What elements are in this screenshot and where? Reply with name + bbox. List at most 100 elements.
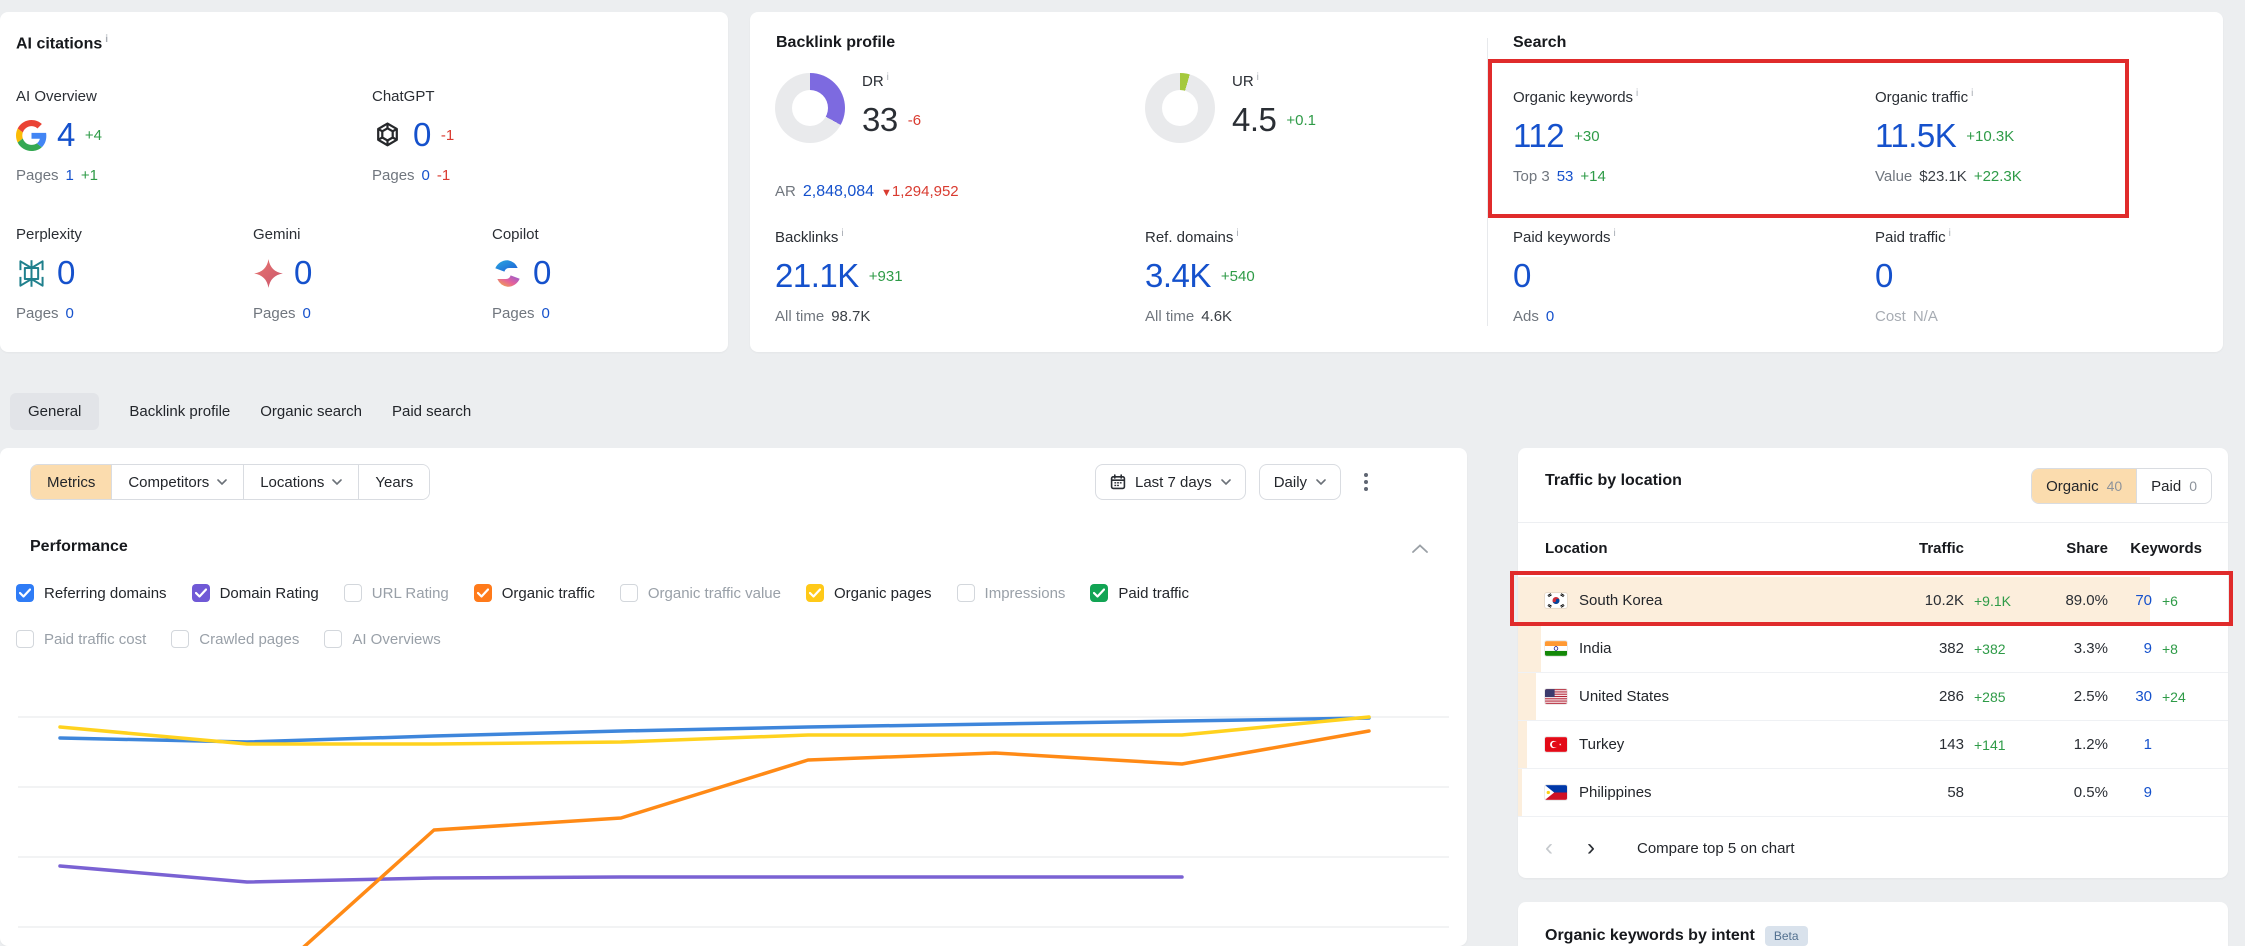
metric-checkbox-paid-traffic-cost[interactable]: Paid traffic cost [16,630,146,648]
ai-overview-delta: +4 [85,127,102,144]
location-table-body: South Korea 10.2K +9.1K 89.0% 70 +6 Indi… [1518,577,2228,817]
location-table-row[interactable]: India 382 +382 3.3% 9 +8 [1518,625,2228,673]
domain-rating-block: DRi 33 -6 [862,72,921,141]
organic-traffic-value[interactable]: 11.5K [1875,117,1956,155]
competitors-dropdown[interactable]: Competitors [111,465,243,499]
checked-checkbox-icon[interactable] [192,584,210,602]
date-range-dropdown[interactable]: Last 7 days [1095,464,1246,500]
years-button[interactable]: Years [358,465,429,499]
organic-keywords-by-intent-panel: Organic keywords by intent Beta [1518,902,2228,946]
paid-traffic-value[interactable]: 0 [1875,257,1893,295]
metric-checkbox-organic-pages[interactable]: Organic pages [806,584,932,602]
info-icon[interactable]: i [1949,228,1951,239]
tab-backlink-profile[interactable]: Backlink profile [129,393,230,430]
openai-icon [372,120,403,151]
location-table-row[interactable]: Philippines 58 0.5% 9 [1518,769,2228,817]
copilot-value[interactable]: 0 [533,254,551,292]
ref-domains-value[interactable]: 3.4K [1145,257,1211,295]
checked-checkbox-icon[interactable] [474,584,492,602]
checked-checkbox-icon[interactable] [16,584,34,602]
checked-checkbox-icon[interactable] [806,584,824,602]
unchecked-checkbox-icon[interactable] [16,630,34,648]
backlinks-value[interactable]: 21.1K [775,257,859,295]
traffic-delta: +285 [1964,689,2028,705]
unchecked-checkbox-icon[interactable] [344,584,362,602]
keywords-value[interactable]: 9 [2108,640,2152,657]
toggle-organic[interactable]: Organic 40 [2032,469,2136,503]
tab-paid-search[interactable]: Paid search [392,393,471,430]
prev-page-icon[interactable]: ‹ [1545,836,1553,860]
traffic-value: 58 [1894,784,1964,801]
metric-checkbox-paid-traffic[interactable]: Paid traffic [1090,584,1189,602]
chevron-down-icon [332,479,342,485]
unchecked-checkbox-icon[interactable] [957,584,975,602]
collapse-section-button[interactable] [1412,544,1428,553]
organic-paid-toggle: Organic 40 Paid 0 [2031,468,2212,504]
next-page-icon[interactable]: › [1587,836,1595,860]
unchecked-checkbox-icon[interactable] [324,630,342,648]
metric-checkbox-organic-traffic-value[interactable]: Organic traffic value [620,584,781,602]
unchecked-checkbox-icon[interactable] [620,584,638,602]
unchecked-checkbox-icon[interactable] [171,630,189,648]
country-name[interactable]: South Korea [1579,592,1662,609]
ahrefs-rank-line: AR 2,848,084 ▼1,294,952 [775,183,959,201]
metric-checkbox-domain-rating[interactable]: Domain Rating [192,584,319,602]
country-name[interactable]: India [1579,640,1612,657]
country-name[interactable]: Turkey [1579,736,1624,753]
info-icon[interactable]: i [1236,228,1238,239]
keywords-value[interactable]: 1 [2108,736,2152,753]
compare-top5-button[interactable]: Compare top 5 on chart [1637,840,1795,857]
toggle-paid[interactable]: Paid 0 [2136,469,2211,503]
url-rating-block: URi 4.5 +0.1 [1232,72,1316,141]
gemini-value[interactable]: 0 [294,254,312,292]
organic-keywords-value[interactable]: 112 [1513,117,1564,155]
ai-block-ai-overview: AI Overview 4 +4 Pages 1 +1 [16,88,102,184]
location-table-row[interactable]: United States 286 +285 2.5% 30 +24 [1518,673,2228,721]
keywords-value[interactable]: 70 [2108,592,2152,609]
location-table-row-highlighted[interactable]: South Korea 10.2K +9.1K 89.0% 70 +6 [1518,577,2228,625]
location-table-row[interactable]: Turkey 143 +141 1.2% 1 [1518,721,2228,769]
metric-checkbox-ai-overviews[interactable]: AI Overviews [324,630,440,648]
info-icon[interactable]: i [887,72,889,83]
chart-line-organic-traffic [247,731,1369,946]
ur-value: 4.5 [1232,101,1276,139]
tab-organic-search[interactable]: Organic search [260,393,362,430]
keywords-value[interactable]: 9 [2108,784,2152,801]
metric-checkbox-organic-traffic[interactable]: Organic traffic [474,584,595,602]
ar-value[interactable]: 2,848,084 [803,183,874,201]
granularity-dropdown[interactable]: Daily [1259,464,1341,500]
metric-checkbox-label: Referring domains [44,585,167,602]
metric-checkbox-row-2: Paid traffic cost Crawled pages AI Overvie… [16,630,441,648]
chatgpt-value[interactable]: 0 [413,116,431,154]
info-icon[interactable]: i [1971,88,1973,99]
checked-checkbox-icon[interactable] [1090,584,1108,602]
metric-checkbox-url-rating[interactable]: URL Rating [344,584,449,602]
perplexity-value[interactable]: 0 [57,254,75,292]
info-icon[interactable]: i [105,34,108,45]
copilot-icon [492,258,523,289]
paid-keywords-value[interactable]: 0 [1513,257,1531,295]
info-icon[interactable]: i [841,228,843,239]
metric-checkbox-crawled-pages[interactable]: Crawled pages [171,630,299,648]
metric-checkbox-label: Organic pages [834,585,932,602]
more-options-kebab-icon[interactable] [1354,467,1378,497]
metric-checkbox-label: Domain Rating [220,585,319,602]
info-icon[interactable]: i [1257,72,1259,83]
performance-line-chart[interactable] [0,666,1467,946]
tab-general[interactable]: General [10,393,99,430]
locations-dropdown[interactable]: Locations [243,465,358,499]
country-flag-icon [1545,785,1567,800]
info-icon[interactable]: i [1614,228,1616,239]
ai-overview-value[interactable]: 4 [57,116,75,154]
country-name[interactable]: United States [1579,688,1669,705]
metric-checkbox-impressions[interactable]: Impressions [957,584,1066,602]
metric-checkbox-row-1: Referring domains Domain Rating URL Rating… [16,584,1189,602]
metric-checkbox-label: Crawled pages [199,631,299,648]
country-name[interactable]: Philippines [1579,784,1652,801]
traffic-value: 382 [1894,640,1964,657]
metrics-button[interactable]: Metrics [31,465,111,499]
keywords-value[interactable]: 30 [2108,688,2152,705]
metric-checkbox-referring-domains[interactable]: Referring domains [16,584,167,602]
country-flag-icon [1545,593,1567,608]
info-icon[interactable]: i [1636,88,1638,99]
